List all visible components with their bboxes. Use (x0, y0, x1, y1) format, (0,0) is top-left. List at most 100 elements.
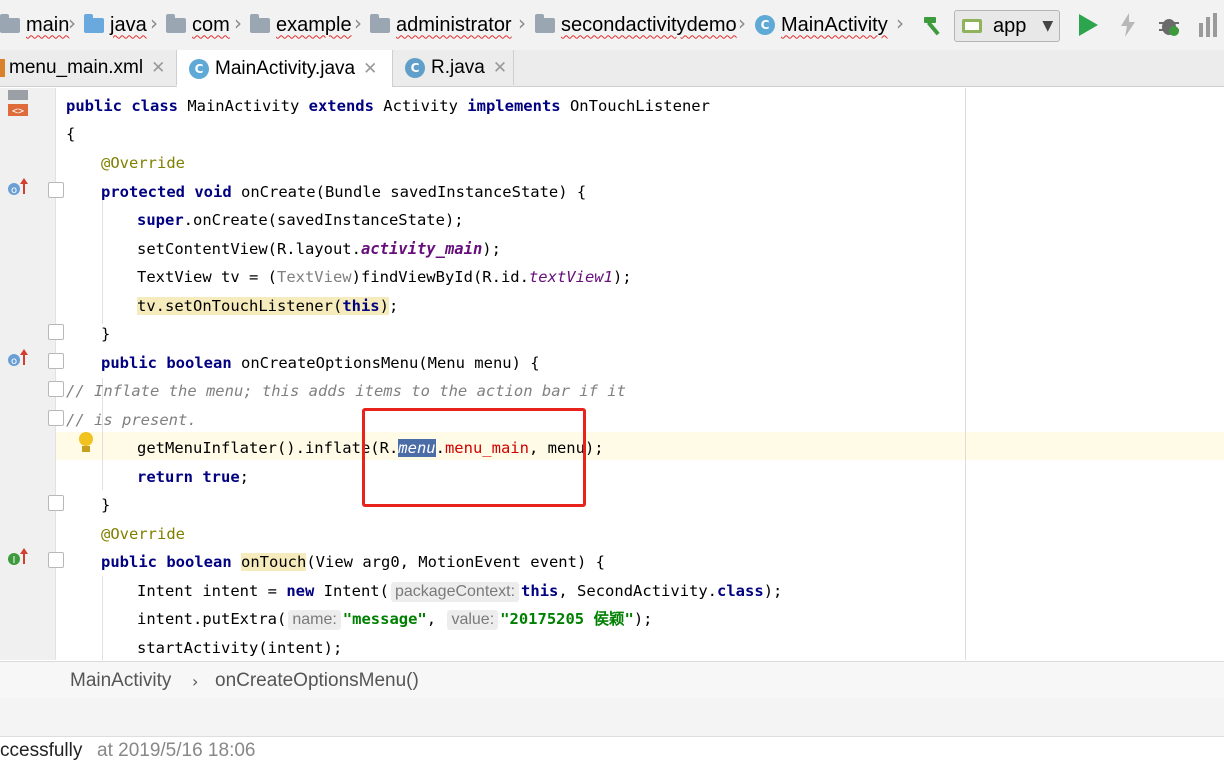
run-button[interactable] (1074, 10, 1102, 40)
code-line: startActivity(intent); (0, 634, 965, 660)
folder-icon (370, 13, 390, 33)
chevron-right-icon: › (192, 672, 199, 691)
code-token: , SecondActivity. (558, 582, 718, 600)
code-token: ); (612, 268, 632, 286)
code-token: ) (379, 297, 389, 315)
code-token: Intent intent = (137, 582, 287, 600)
run-configuration-select[interactable]: app ▼ (954, 10, 1060, 42)
field-token: textView1 (528, 268, 613, 286)
chevron-right-icon: › (738, 11, 746, 35)
editor-tab-bar: menu_main.xml ✕ C MainActivity.java ✕ C … (0, 50, 1224, 87)
code-line: public class MainActivity extends Activi… (0, 92, 965, 120)
chevron-right-icon: › (234, 11, 242, 35)
parameter-hint: name: (288, 610, 341, 630)
status-message: ccessfully (0, 740, 83, 761)
status-bar: ccessfully at 2019/5/16 18:06 (0, 737, 1224, 764)
code-token: )findViewById(R.id. (351, 268, 529, 286)
highlight-box (362, 408, 586, 507)
run-configuration-label: app (993, 14, 1027, 37)
code-line: protected void onCreate(Bundle savedInst… (0, 178, 965, 206)
code-line: tv.setOnTouchListener(this); (0, 292, 965, 320)
right-margin-guide (965, 88, 966, 660)
apply-changes-button[interactable] (1116, 10, 1140, 40)
chevron-right-icon: › (150, 11, 158, 35)
tab-menu-main-xml[interactable]: menu_main.xml ✕ (0, 50, 177, 85)
breadcrumb-administrator[interactable]: administrator (370, 8, 512, 42)
breadcrumb-label: main (26, 13, 70, 36)
debug-button[interactable] (1155, 10, 1183, 40)
code-token: ); (482, 240, 501, 258)
editor-breadcrumb: MainActivity › onCreateOptionsMenu() (0, 661, 1224, 699)
play-icon (1079, 14, 1098, 36)
breadcrumb-label: com (192, 13, 230, 36)
tab-label: R.java (431, 56, 485, 78)
code-token: onCreateOptionsMenu(Menu menu) { (231, 354, 540, 372)
keyword-token: return (137, 468, 193, 486)
chevron-down-icon: ▼ (1042, 18, 1054, 34)
tab-mainactivity-java[interactable]: C MainActivity.java ✕ (177, 50, 393, 87)
keyword-token: true (202, 468, 240, 486)
class-icon: C (405, 57, 425, 78)
breadcrumb-class[interactable]: MainActivity (70, 670, 171, 692)
breadcrumb-java[interactable]: java (84, 8, 147, 42)
close-icon[interactable]: ✕ (363, 59, 377, 79)
code-token: OnTouchListener (560, 97, 710, 115)
close-icon[interactable]: ✕ (151, 58, 165, 78)
code-token: MainActivity (177, 97, 309, 115)
code-token: (View arg0, MotionEvent event) { (306, 553, 605, 571)
breadcrumb-main[interactable]: main (0, 8, 69, 42)
code-line: intent.putExtra(name: "message", value: "2… (0, 605, 965, 633)
parameter-hint: value: (447, 610, 499, 630)
code-token: ; (239, 468, 250, 486)
breadcrumb-com[interactable]: com (166, 8, 230, 42)
tab-label: MainActivity.java (215, 57, 356, 79)
folder-icon (166, 13, 186, 33)
status-time: at 2019/5/16 18:06 (97, 740, 256, 761)
breadcrumb-label: MainActivity (781, 13, 888, 36)
code-token: ); (763, 582, 783, 600)
comment-token: // is present. (66, 411, 197, 429)
breadcrumb-label: secondactivitydemo (561, 13, 737, 36)
keyword-token: protected void (101, 183, 232, 201)
warning-highlight: tv.setOnTouchListener(this) (137, 297, 389, 315)
android-module-icon (962, 19, 982, 33)
code-token: Activity (373, 97, 468, 115)
method-name-token: onTouch (241, 553, 307, 571)
code-token: TextView tv = ( (137, 268, 277, 286)
code-token: Intent( (314, 582, 389, 600)
code-line: { (0, 120, 965, 148)
code-line: Intent intent = new Intent(packageContex… (0, 577, 965, 605)
code-token: setContentView(R.layout. (137, 240, 361, 258)
lightning-icon (1121, 13, 1135, 37)
code-token: } (101, 325, 111, 343)
code-token: { (66, 125, 76, 143)
comment-token: // Inflate the menu; this adds items to … (66, 382, 626, 400)
breadcrumb-example[interactable]: example (250, 8, 352, 42)
code-token: getMenuInflater().inflate(R. (137, 439, 399, 457)
navigation-bar: main › java › com › example › administra… (0, 0, 1224, 51)
close-icon[interactable]: ✕ (493, 58, 507, 78)
keyword-token: this (342, 297, 380, 315)
code-token: } (101, 496, 111, 514)
bug-icon (1159, 19, 1179, 36)
tab-label: menu_main.xml (9, 56, 144, 78)
chevron-right-icon: › (354, 11, 362, 35)
profiler-button[interactable] (1196, 10, 1220, 40)
breadcrumb-secondactivitydemo[interactable]: secondactivitydemo (535, 8, 737, 42)
xml-file-icon (0, 58, 5, 77)
breadcrumb-mainactivity[interactable]: C MainActivity (755, 8, 888, 42)
tab-r-java[interactable]: C R.java ✕ (393, 50, 514, 85)
breadcrumb-method[interactable]: onCreateOptionsMenu() (215, 670, 419, 692)
folder-icon (535, 13, 555, 33)
tool-window-area (0, 698, 1224, 737)
keyword-token: implements (467, 97, 561, 115)
code-token: onCreate(Bundle savedInstanceState) { (231, 183, 587, 201)
annotation-token: @Override (101, 525, 185, 543)
code-token: ; (388, 297, 399, 315)
keyword-token: public class (66, 97, 178, 115)
code-token: , (426, 610, 446, 628)
code-line: } (0, 320, 965, 348)
build-hammer-button[interactable] (918, 10, 948, 40)
code-editor[interactable]: <> o o I public class MainActivity exten… (0, 88, 1224, 660)
class-icon: C (755, 15, 775, 35)
